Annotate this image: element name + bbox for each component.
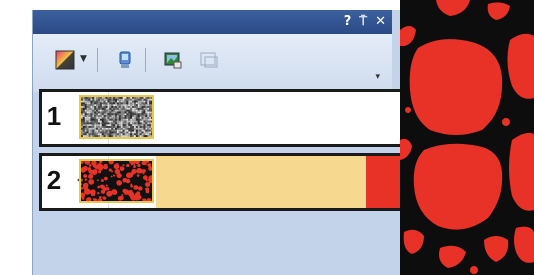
layer-thumbnail [79, 95, 154, 139]
row-number: 1 [43, 92, 65, 144]
toolbar-overflow-button[interactable]: ▾ [375, 72, 380, 82]
cell-blob [470, 266, 478, 274]
color-swatch-icon[interactable] [55, 50, 75, 70]
dropdown-arrow-icon[interactable]: ▼ [80, 54, 87, 64]
row-number: 2 [43, 156, 65, 208]
cell-blob [502, 118, 510, 126]
cell-blob [413, 143, 503, 230]
help-button[interactable]: ? [344, 13, 352, 30]
layer-manager-panel: ? ⍑ ✕ ▼ ▾ 1 2 [32, 10, 421, 275]
layer-thumbnail [79, 159, 154, 203]
layer-row-1[interactable]: 1 [39, 89, 421, 147]
image-viewport[interactable] [400, 0, 534, 275]
layer-highlight-bar [156, 156, 366, 208]
pin-button[interactable]: ⍑ [359, 13, 367, 30]
layer-row-2[interactable]: 2 [39, 153, 421, 211]
panel-titlebar: ? ⍑ ✕ [33, 10, 392, 34]
disabled-layer-icon [200, 52, 218, 68]
cell-blob [409, 39, 503, 135]
computer-icon[interactable] [115, 50, 135, 70]
close-button[interactable]: ✕ [375, 13, 386, 30]
toolbar-separator [97, 48, 98, 72]
image-layer-icon[interactable] [163, 50, 183, 70]
cell-blob [405, 107, 411, 113]
toolbar-separator [145, 48, 146, 72]
layer-toolbar: ▼ ▾ [33, 34, 392, 92]
